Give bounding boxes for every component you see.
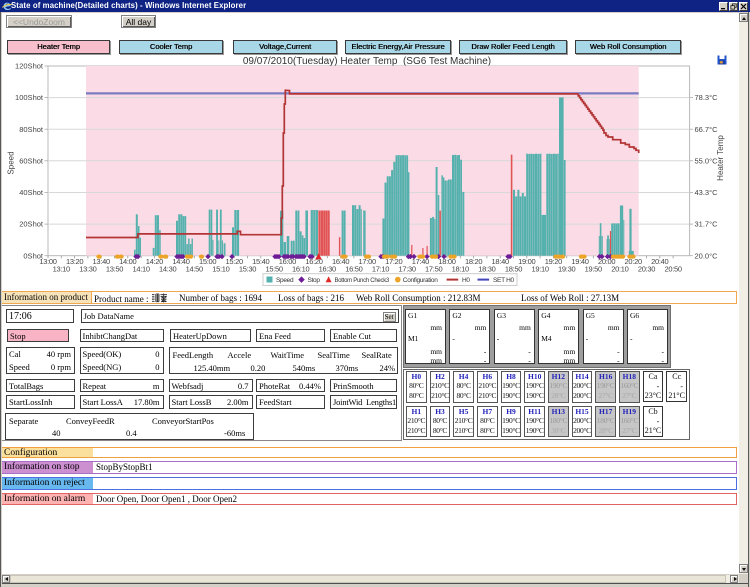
svg-text:60Shot: 60Shot: [19, 156, 44, 165]
svg-text:Speed: Speed: [7, 151, 16, 174]
svg-text:Speed: Speed: [276, 277, 294, 284]
svg-text:Bottom Punch Check3: Bottom Punch Check3: [335, 277, 390, 284]
svg-text:20Shot: 20Shot: [19, 220, 44, 229]
svg-text:09/07/2010(Tuesday) Heater Tem: 09/07/2010(Tuesday) Heater Temp (SG6 Tes…: [243, 56, 491, 67]
svg-text:66.7°C: 66.7°C: [695, 125, 719, 134]
svg-text:H0: H0: [462, 277, 470, 284]
svg-text:100Shot: 100Shot: [15, 93, 44, 102]
svg-text:Heater Temp: Heater Temp: [716, 135, 725, 181]
svg-text:120Shot: 120Shot: [15, 62, 44, 71]
svg-text:20.0°C: 20.0°C: [695, 251, 719, 260]
svg-text:31.7°C: 31.7°C: [695, 220, 719, 229]
svg-text:40Shot: 40Shot: [19, 188, 44, 197]
svg-text:80Shot: 80Shot: [19, 125, 44, 134]
svg-text:43.3°C: 43.3°C: [695, 188, 719, 197]
svg-text:SET H0: SET H0: [493, 277, 515, 284]
svg-text:55.0°C: 55.0°C: [695, 156, 719, 165]
svg-text:Stop: Stop: [308, 277, 321, 284]
svg-text:Configuration: Configuration: [403, 277, 438, 284]
svg-text:78.3°C: 78.3°C: [695, 93, 719, 102]
svg-text:20:50: 20:50: [664, 265, 681, 274]
